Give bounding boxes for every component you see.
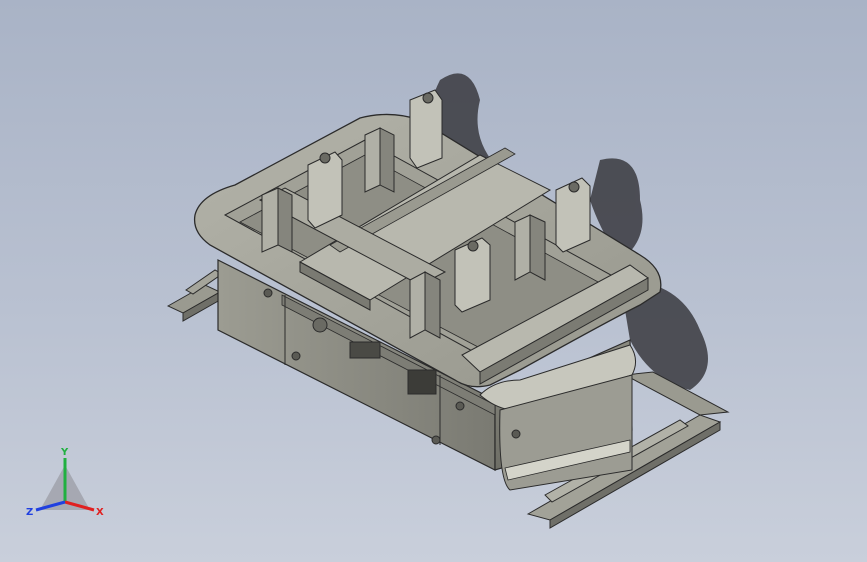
floor-rail-left[interactable]: [166, 269, 223, 322]
bolt-icon: [291, 351, 301, 361]
bolt-icon: [431, 435, 441, 445]
bolt-icon: [455, 401, 465, 411]
label-plate: [349, 341, 381, 359]
z-axis-label: Z: [26, 507, 33, 518]
cad-viewport[interactable]: [0, 0, 867, 562]
bolt-icon: [511, 429, 521, 439]
bolt-icon: [263, 288, 273, 298]
y-axis-label: Y: [60, 447, 69, 458]
axis-triad: Y X Z: [26, 447, 104, 518]
vent-grille: [407, 369, 437, 395]
x-axis-label: X: [96, 507, 104, 518]
connector-port: [312, 317, 328, 333]
